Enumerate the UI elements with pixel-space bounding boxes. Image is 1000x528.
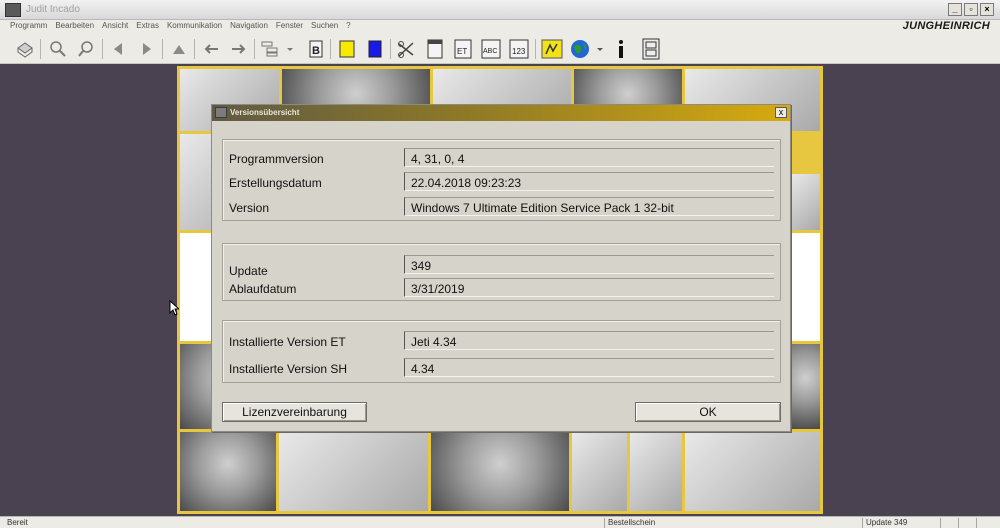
window-title: Judit Incado [26,4,80,15]
menu-navigation[interactable]: Navigation [230,21,268,30]
mosaic-tile [630,432,682,511]
update-info-group: Update 349 Ablaufdatum 3/31/2019 [222,243,781,301]
app-icon [5,3,21,17]
arrow-right-icon[interactable] [228,38,250,60]
svg-text:B: B [312,45,320,57]
dialog-app-icon [215,107,227,118]
tree-icon[interactable] [260,38,294,60]
zoom-out-icon[interactable] [75,38,97,60]
dialog-title-bar: Versionsübersicht x [212,105,790,121]
restore-button[interactable]: ▫ [964,3,978,16]
row-ablaufdatum: Ablaufdatum 3/31/2019 [223,277,780,299]
row-installierte-version-sh: Installierte Version SH 4.34 [223,357,780,379]
menu-ansicht[interactable]: Ansicht [102,21,128,30]
status-bar: Bereit Bestellschein Update 349 [0,516,1000,528]
svg-text:ET: ET [457,47,467,56]
et-icon[interactable]: ET [452,38,474,60]
title-bar: Judit Incado _ ▫ × [0,0,1000,20]
row-update: Update 349 [223,254,780,278]
row-erstellungsdatum: Erstellungsdatum 22.04.2018 09:23:23 [223,171,780,193]
svg-text:123: 123 [512,47,526,56]
mosaic-tile [572,432,627,511]
row-installierte-version-et: Installierte Version ET Jeti 4.34 [223,330,780,352]
version-value: Windows 7 Ultimate Edition Service Pack … [404,197,774,216]
abc-icon[interactable]: ABC [480,38,502,60]
ablaufdatum-label: Ablaufdatum [229,282,297,296]
mosaic-tile [431,432,569,511]
mosaic-tile [791,233,820,341]
status-text: Bereit [7,518,28,527]
status-cell [940,518,958,528]
info-icon[interactable] [610,38,632,60]
license-agreement-button[interactable]: Lizenzvereinbarung [222,402,367,422]
scissors-icon[interactable] [396,38,418,60]
mosaic-tile [279,432,428,511]
globe-icon[interactable] [569,38,605,60]
programmversion-value: 4, 31, 0, 4 [404,148,774,167]
installed-et-label: Installierte Version ET [229,335,346,349]
cabinet-icon[interactable] [640,38,662,60]
mosaic-tile [791,344,820,429]
mosaic-tile [180,432,276,511]
menu-fenster[interactable]: Fenster [276,21,303,30]
yellow-square-icon[interactable] [336,38,358,60]
erstellungsdatum-label: Erstellungsdatum [229,176,322,190]
installed-et-value: Jeti 4.34 [404,331,774,350]
brand-logo: JUNGHEINRICH [902,20,990,32]
print-icon[interactable] [14,38,36,60]
installed-sh-label: Installierte Version SH [229,362,348,376]
ablaufdatum-value: 3/31/2019 [404,278,774,297]
minimize-button[interactable]: _ [948,3,962,16]
mosaic-tile [685,432,820,511]
toolbar: B ET ABC 123 [0,34,1000,64]
row-version: Version Windows 7 Ultimate Edition Servi… [223,196,780,218]
status-cell [958,518,976,528]
installed-sh-value: 4.34 [404,358,774,377]
status-cell [976,518,998,528]
document-icon[interactable] [424,38,446,60]
row-programmversion: Programmversion 4, 31, 0, 4 [223,147,780,169]
ok-button[interactable]: OK [635,402,781,422]
arrow-left-icon[interactable] [200,38,222,60]
installed-version-group: Installierte Version ET Jeti 4.34 Instal… [222,320,781,383]
erstellungsdatum-value: 22.04.2018 09:23:23 [404,172,774,191]
zoom-in-icon[interactable] [47,38,69,60]
dialog-close-button[interactable]: x [775,107,787,118]
status-order-form[interactable]: Bestellschein [604,518,859,528]
mosaic-tile [791,174,820,230]
menu-kommunikation[interactable]: Kommunikation [167,21,222,30]
forward-icon[interactable] [136,38,158,60]
blue-square-icon[interactable] [364,38,386,60]
close-button[interactable]: × [980,3,994,16]
hand-icon[interactable] [541,38,563,60]
svg-text:ABC: ABC [483,48,497,55]
update-value: 349 [404,255,774,274]
programmversion-label: Programmversion [229,152,324,166]
menu-bar: Programm Bearbeiten Ansicht Extras Kommu… [0,20,1000,34]
version-label: Version [229,201,270,215]
back-icon[interactable] [107,38,129,60]
dialog-title: Versionsübersicht [230,108,300,117]
mouse-cursor-icon [169,300,179,316]
up-icon[interactable] [168,38,190,60]
version-dialog: Versionsübersicht x Programmversion 4, 3… [211,104,791,432]
version-info-group: Programmversion 4, 31, 0, 4 Erstellungsd… [222,139,781,221]
bookmark-icon[interactable]: B [305,38,327,60]
update-label: Update [229,264,268,278]
menu-extras[interactable]: Extras [136,21,159,30]
menu-programm[interactable]: Programm [10,21,47,30]
menu-bearbeiten[interactable]: Bearbeiten [55,21,94,30]
123-icon[interactable]: 123 [508,38,530,60]
menu-suchen[interactable]: Suchen [311,21,338,30]
menu-help[interactable]: ? [346,21,350,30]
status-update: Update 349 [862,518,940,528]
